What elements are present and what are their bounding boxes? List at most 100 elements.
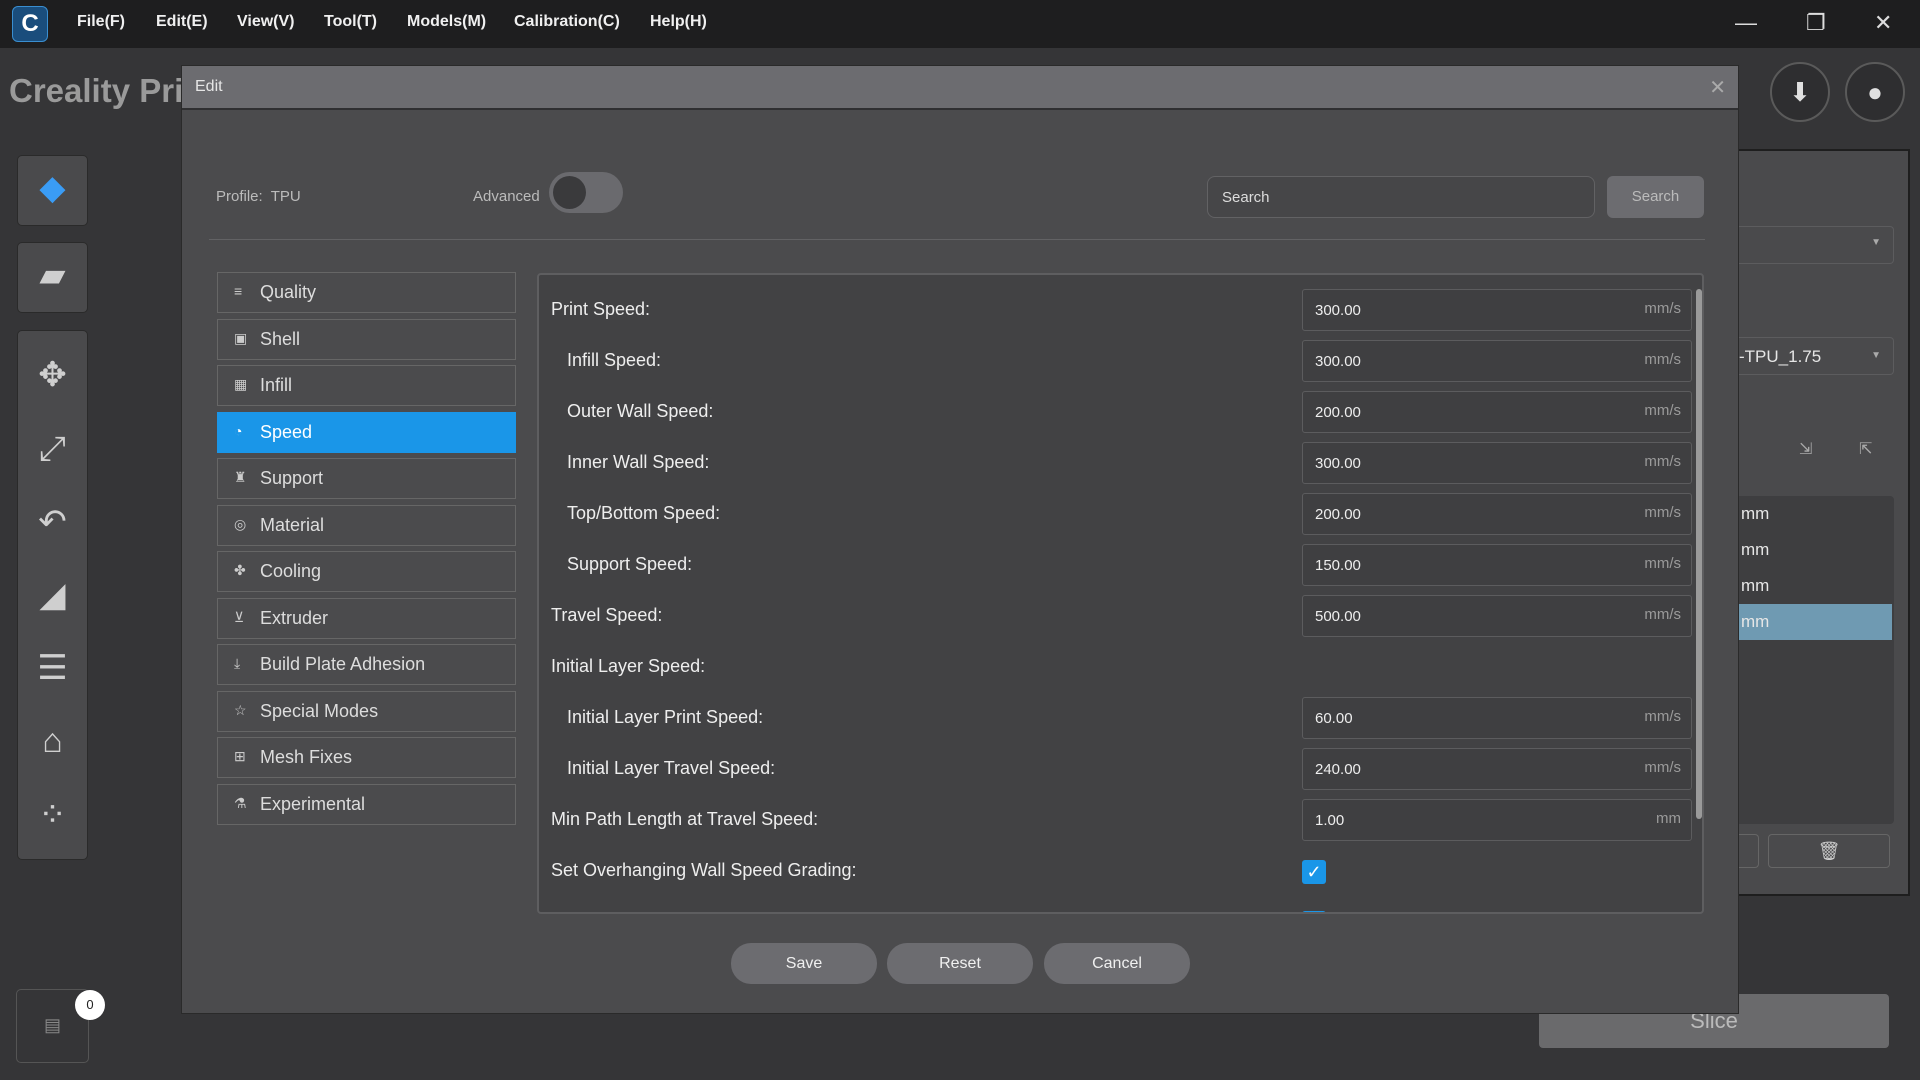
advanced-label: Advanced xyxy=(473,188,540,205)
list-item[interactable]: mm xyxy=(1741,540,1769,560)
setting-checkbox[interactable]: ✓ xyxy=(1302,911,1326,912)
close-icon[interactable]: ✕ xyxy=(1874,10,1892,36)
arrange-icon[interactable]: ⁘ xyxy=(17,795,88,835)
menu-6[interactable]: Help(H) xyxy=(650,13,707,31)
download-icon[interactable]: ⬇ xyxy=(1770,62,1830,122)
restore-icon[interactable]: ❐ xyxy=(1806,10,1826,36)
import-icon[interactable]: ⇲ xyxy=(1799,439,1812,459)
rotate-icon[interactable]: ↶ xyxy=(17,502,88,542)
setting-input[interactable]: 500.00 mm/s xyxy=(1302,595,1692,637)
category-label: Extruder xyxy=(260,607,329,628)
setting-value: 300.00 xyxy=(1315,302,1361,319)
reset-button[interactable]: Reset xyxy=(887,943,1033,984)
category-label: Mesh Fixes xyxy=(260,747,353,767)
menu-bar: C File(F) Edit(E) View(V) Tool(T) Models(M) C… xyxy=(0,0,1920,48)
close-dialog-icon[interactable]: ✕ xyxy=(1709,75,1726,100)
setting-checkbox[interactable]: ✓ xyxy=(1302,860,1326,884)
category-quality[interactable]: ≡ Quality xyxy=(217,272,516,313)
category-label: Material xyxy=(260,514,325,535)
setting-label: Min Path Length at Travel Speed: xyxy=(551,809,819,829)
setting-label: Travel Speed: xyxy=(551,605,663,625)
category-experimental[interactable]: ⚗ Experimental xyxy=(217,783,516,825)
menu-3[interactable]: Tool(T) xyxy=(324,13,377,31)
profile-value: TPU xyxy=(270,188,301,205)
advanced-toggle[interactable] xyxy=(549,172,623,213)
setting-input[interactable]: 150.00 mm/s xyxy=(1302,544,1692,586)
material-select[interactable]: -TPU_1.75 ▼ xyxy=(1739,337,1894,375)
setting-value: 60.00 xyxy=(1315,710,1353,727)
category-special-modes[interactable]: ☆ Special Modes xyxy=(217,690,516,732)
setting-input[interactable]: 240.00 mm/s xyxy=(1302,748,1692,790)
category-speed[interactable]: ◔ Speed xyxy=(217,411,516,453)
user-icon[interactable]: ● xyxy=(1845,62,1905,122)
category-shell[interactable]: ▣ Shell xyxy=(217,318,516,360)
setting-input[interactable]: 300.00 mm/s xyxy=(1302,289,1692,331)
list-icon[interactable]: ☰ xyxy=(17,648,88,688)
category-label: Quality xyxy=(260,282,317,302)
delete-icon[interactable]: 🗑 xyxy=(1768,834,1890,868)
category-material[interactable]: ◎ Material xyxy=(217,504,516,546)
cube-icon: ◆ xyxy=(39,169,66,207)
list-item-selected[interactable]: mm xyxy=(1739,604,1892,640)
setting-input[interactable]: 1.00 mm xyxy=(1302,799,1692,841)
setting-value: 240.00 xyxy=(1315,761,1361,778)
category-cooling[interactable]: ✤ Cooling xyxy=(217,551,516,592)
quality-list: mm mm mm mm xyxy=(1739,496,1894,824)
right-panel: ▼ -TPU_1.75 ▼ ⇲ ⇱ mm mm mm mm 🗑 xyxy=(1739,149,1910,896)
panel-button[interactable] xyxy=(1739,834,1759,868)
setting-value: 200.00 xyxy=(1315,404,1361,421)
list-item[interactable]: mm xyxy=(1741,576,1769,596)
setting-value: 300.00 xyxy=(1315,353,1361,370)
save-button[interactable]: Save xyxy=(731,943,877,984)
app-logo: C xyxy=(12,6,48,42)
shell-icon: ▣ xyxy=(234,329,248,346)
category-support[interactable]: ♜ Support xyxy=(217,458,516,499)
menu-1[interactable]: Edit(E) xyxy=(156,13,208,31)
search-input[interactable]: Search xyxy=(1207,176,1595,218)
fan-icon: ✤ xyxy=(234,562,246,578)
category-mesh-fixes[interactable]: ⊞ Mesh Fixes xyxy=(217,737,516,778)
dialog-title: Edit xyxy=(195,78,223,95)
printer-select[interactable]: ▼ xyxy=(1739,226,1894,264)
unit-label: mm/s xyxy=(1644,453,1681,470)
material-icon: ◎ xyxy=(234,515,247,532)
scrollbar[interactable] xyxy=(1696,289,1702,819)
cancel-button[interactable]: Cancel xyxy=(1044,943,1190,984)
menu-4[interactable]: Models(M) xyxy=(407,13,486,31)
list-item[interactable]: mm xyxy=(1741,504,1769,524)
extruder-icon: ⊻ xyxy=(234,608,245,625)
support-tool-icon[interactable]: ⌂ xyxy=(17,722,88,761)
category-label: Infill xyxy=(260,375,293,395)
setting-label: Infill Speed: xyxy=(567,350,662,370)
unit-label: mm/s xyxy=(1644,351,1681,368)
setting-value: 300.00 xyxy=(1315,455,1361,472)
category-build-plate-adhesion[interactable]: ⤓ Build Plate Adhesion xyxy=(217,644,516,685)
menu-2[interactable]: View(V) xyxy=(237,13,295,31)
setting-label: Initial Layer Speed: xyxy=(551,656,706,676)
setting-input[interactable]: 200.00 mm/s xyxy=(1302,391,1692,433)
category-infill[interactable]: ▦ Infill xyxy=(217,365,516,406)
quality-icon: ≡ xyxy=(234,283,243,299)
setting-input[interactable]: 300.00 mm/s xyxy=(1302,340,1692,382)
category-label: Special Modes xyxy=(260,700,379,721)
unit-label: mm/s xyxy=(1644,300,1681,317)
folder-icon: ▰ xyxy=(39,256,66,294)
scale-icon[interactable]: ⤢ xyxy=(17,430,88,469)
export-icon[interactable]: ⇱ xyxy=(1859,439,1872,459)
menu-5[interactable]: Calibration(C) xyxy=(514,13,620,31)
category-extruder[interactable]: ⊻ Extruder xyxy=(217,597,516,639)
move-icon[interactable]: ✥ xyxy=(17,355,88,395)
menu-0[interactable]: File(F) xyxy=(77,13,125,31)
document-icon: ▤ xyxy=(44,1015,62,1035)
profile-label: Profile: TPU xyxy=(216,188,301,205)
dialog-title-bar: Edit ✕ xyxy=(182,66,1738,110)
minimize-icon[interactable]: — xyxy=(1735,10,1757,36)
unit-label: mm xyxy=(1656,810,1681,827)
setting-label: Initial Layer Travel Speed: xyxy=(567,758,776,778)
search-button[interactable]: Search xyxy=(1607,176,1704,218)
setting-input[interactable]: 200.00 mm/s xyxy=(1302,493,1692,535)
lay-flat-icon[interactable]: ◢ xyxy=(17,575,88,615)
setting-input[interactable]: 60.00 mm/s xyxy=(1302,697,1692,739)
setting-label: Print Speed: xyxy=(551,299,651,319)
setting-input[interactable]: 300.00 mm/s xyxy=(1302,442,1692,484)
